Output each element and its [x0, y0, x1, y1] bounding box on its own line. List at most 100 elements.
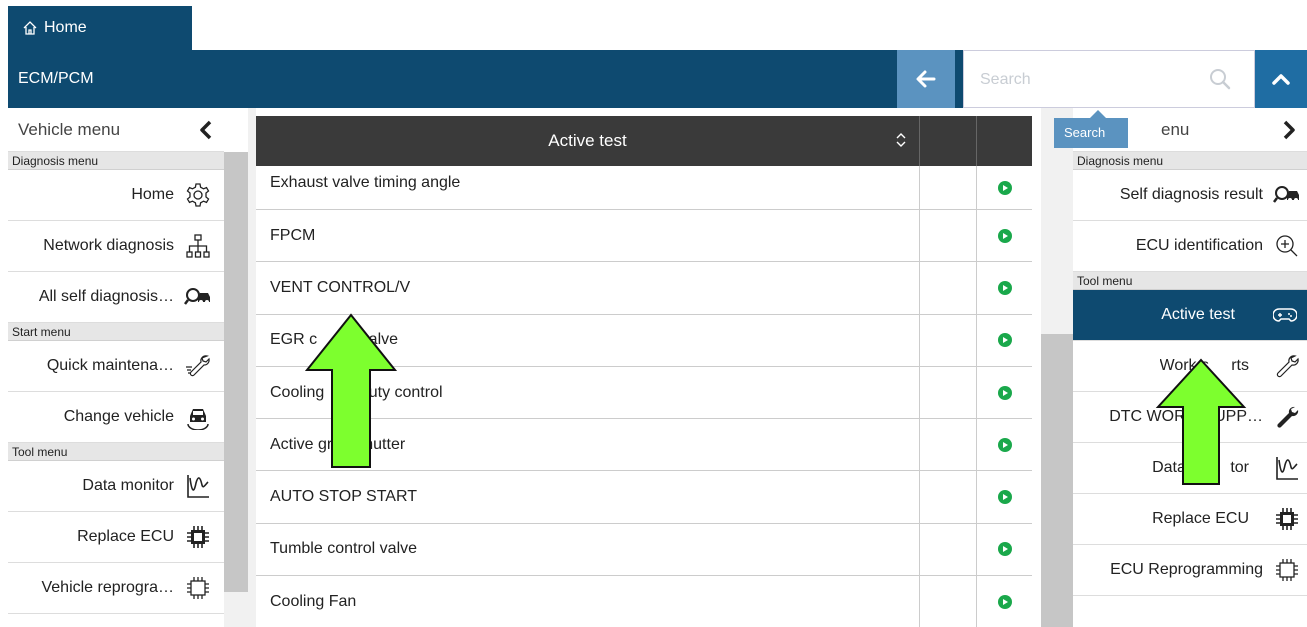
menu-item-change-vehicle[interactable]: Change vehicle: [8, 392, 224, 443]
menu-item-active-test[interactable]: Active test: [1073, 290, 1307, 341]
tab-bar: Home: [0, 0, 1307, 50]
car-search-icon: [1273, 181, 1301, 209]
run-test-button[interactable]: [977, 367, 1032, 418]
menu-item-ecu-identification[interactable]: ECU identification: [1073, 221, 1307, 272]
play-icon: [997, 542, 1012, 557]
menu-item-all-self-diagnosis[interactable]: All self diagnosis…: [8, 272, 224, 323]
home-icon: [23, 21, 37, 35]
menu-item-label: Active test: [1161, 306, 1235, 323]
scrollbar-thumb[interactable]: [1041, 334, 1073, 627]
play-icon: [997, 280, 1012, 295]
section-label: Diagnosis menu: [8, 152, 224, 170]
menu-item-label: Network diagnosis: [43, 237, 174, 254]
panel-divider: [248, 108, 256, 627]
table-cell-test-name: AUTO STOP START: [256, 471, 920, 523]
menu-item-label: Quick maintena…: [46, 357, 174, 374]
play-icon: [997, 437, 1012, 452]
table-cell-blank: [920, 523, 977, 576]
sort-icon[interactable]: [895, 131, 907, 149]
menu-item-ecu-reprogramming[interactable]: ECU Reprogramming: [1073, 545, 1307, 596]
table-cell-blank: [920, 576, 977, 627]
title-bar: ECM/PCM: [8, 50, 1307, 108]
section-label: Start menu: [8, 323, 224, 341]
annotation-arrow-up-icon: [1155, 358, 1247, 485]
menu-item-quick-maintenance[interactable]: Quick maintena…: [8, 341, 224, 392]
menu-item-label: Replace ECU: [1152, 510, 1249, 527]
table-row[interactable]: VENT CONTROL/V: [256, 262, 1032, 315]
table-row[interactable]: FPCM: [256, 210, 1032, 263]
menu-item-label: ECU identification: [1135, 237, 1263, 254]
table-cell-blank: [920, 419, 977, 471]
table-cell-blank: [920, 314, 977, 366]
left-sidebar-title: Vehicle menu: [18, 119, 121, 139]
menu-item-label: Self diagnosis result: [1119, 186, 1263, 203]
table-row[interactable]: AUTO STOP START: [256, 471, 1032, 524]
arrow-left-icon: [916, 70, 936, 88]
chevron-right-icon[interactable]: [1281, 120, 1297, 140]
wrench-icon: [1273, 352, 1301, 380]
menu-item-home[interactable]: Home: [8, 170, 224, 221]
menu-item-replace-ecu[interactable]: Replace ECU: [8, 512, 224, 563]
menu-item-network-diagnosis[interactable]: Network diagnosis: [8, 221, 224, 272]
quick-wrench-icon: [184, 352, 212, 380]
play-icon: [997, 385, 1012, 400]
run-test-button[interactable]: [977, 576, 1032, 627]
search-tooltip: Search: [1054, 110, 1128, 148]
left-sidebar-scrollbar[interactable]: [224, 152, 248, 627]
play-icon: [997, 333, 1012, 348]
column-header-label: Active test: [548, 131, 627, 150]
tab-home-label: Home: [44, 19, 87, 36]
page-title: ECM/PCM: [18, 70, 94, 87]
table-cell-blank: [920, 262, 977, 314]
run-test-button[interactable]: [977, 524, 1032, 575]
table-cell-test-name: Cooling Fan: [256, 576, 920, 627]
column-header-active-test[interactable]: Active test: [256, 116, 920, 166]
left-sidebar: Vehicle menu Diagnosis menu Home Network…: [8, 108, 224, 627]
tab-home[interactable]: Home: [8, 6, 192, 50]
chip-outline-icon: [184, 574, 212, 602]
section-label: Diagnosis menu: [1073, 152, 1307, 170]
play-icon: [997, 180, 1012, 195]
run-test-button[interactable]: [977, 166, 1032, 209]
left-sidebar-header: Vehicle menu: [8, 108, 224, 152]
table-cell-test-name: FPCM: [256, 210, 920, 262]
run-test-button[interactable]: [977, 262, 1032, 313]
table-cell-test-name: VENT CONTROL/V: [256, 262, 920, 314]
menu-item-label: All self diagnosis…: [38, 288, 174, 305]
search-icon[interactable]: [1208, 67, 1232, 91]
scrollbar-thumb[interactable]: [224, 152, 248, 592]
run-test-button[interactable]: [977, 315, 1032, 366]
menu-item-vehicle-reprogramming[interactable]: Vehicle reprogra…: [8, 563, 224, 614]
chip-filled-icon: [1273, 505, 1301, 533]
waveform-icon: [184, 472, 212, 500]
table-row[interactable]: Cooling Fan: [256, 576, 1032, 627]
back-button[interactable]: [897, 50, 955, 108]
menu-item-replace-ecu[interactable]: Replace ECU: [1073, 494, 1307, 545]
section-label: Tool menu: [1073, 272, 1307, 290]
column-header-blank: [920, 116, 977, 166]
table-cell-blank: [920, 366, 977, 419]
section-label: Tool menu: [8, 443, 224, 461]
menu-item-label: ECU Reprogramming: [1110, 561, 1263, 578]
search-input[interactable]: [980, 65, 1200, 95]
car-swap-icon: [184, 403, 212, 431]
waveform-icon: [1273, 454, 1301, 482]
table-cell-test-name: Exhaust valve timing angle: [256, 166, 920, 209]
run-test-button[interactable]: [977, 210, 1032, 261]
play-icon: [997, 594, 1012, 609]
table-cell-test-name: Tumble control valve: [256, 523, 920, 576]
table-row[interactable]: Exhaust valve timing angle: [256, 166, 1032, 210]
network-icon: [184, 232, 212, 260]
collapse-up-button[interactable]: [1255, 50, 1307, 108]
run-test-button[interactable]: [977, 419, 1032, 470]
table-scrollbar[interactable]: [1041, 108, 1073, 627]
play-icon: [997, 228, 1012, 243]
menu-item-label: Data monitor: [82, 477, 174, 494]
menu-item-data-monitor[interactable]: Data monitor: [8, 461, 224, 512]
table-row[interactable]: Tumble control valve: [256, 523, 1032, 577]
gear-icon: [184, 181, 212, 209]
run-test-button[interactable]: [977, 471, 1032, 522]
chevron-left-icon[interactable]: [198, 120, 214, 140]
menu-item-label: Vehicle reprogra…: [41, 579, 174, 596]
menu-item-self-diagnosis-result[interactable]: Self diagnosis result: [1073, 170, 1307, 221]
